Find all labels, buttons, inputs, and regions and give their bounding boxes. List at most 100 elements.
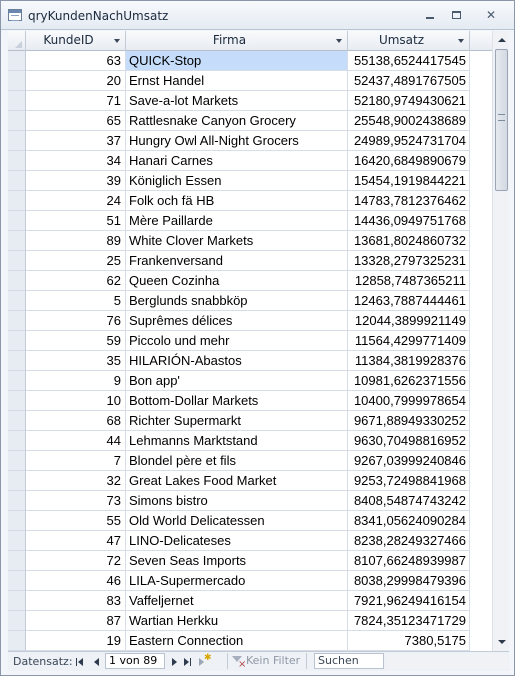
table-row[interactable]: 5 Berglunds snabbköp 12463,7887444461 [8, 291, 470, 311]
column-header-umsatz[interactable]: Umsatz [348, 31, 470, 51]
cell-firma[interactable]: Blondel père et fils [126, 451, 348, 471]
title-bar[interactable]: qryKundenNachUmsatz ✕ [1, 1, 514, 30]
table-row[interactable]: 20 Ernst Handel 52437,4891767505 [8, 71, 470, 91]
table-row[interactable]: 72 Seven Seas Imports 8107,66248939987 [8, 551, 470, 571]
record-selector[interactable] [8, 631, 26, 651]
cell-kundeid[interactable]: 87 [26, 611, 126, 631]
cell-umsatz[interactable]: 9267,03999240846 [348, 451, 470, 471]
table-row[interactable]: 71 Save-a-lot Markets 52180,9749430621 [8, 91, 470, 111]
table-row[interactable]: 37 Hungry Owl All-Night Grocers 24989,9524… [8, 131, 470, 151]
table-row[interactable]: 47 LINO-Delicateses 8238,28249327466 [8, 531, 470, 551]
cell-kundeid[interactable]: 34 [26, 151, 126, 171]
record-selector[interactable] [8, 411, 26, 431]
record-selector[interactable] [8, 431, 26, 451]
table-row[interactable]: 59 Piccolo und mehr 11564,4299771409 [8, 331, 470, 351]
cell-kundeid[interactable]: 24 [26, 191, 126, 211]
cell-kundeid[interactable]: 10 [26, 391, 126, 411]
record-selector[interactable] [8, 591, 26, 611]
cell-kundeid[interactable]: 73 [26, 491, 126, 511]
cell-umsatz[interactable]: 8107,66248939987 [348, 551, 470, 571]
cell-kundeid[interactable]: 68 [26, 411, 126, 431]
cell-kundeid[interactable]: 7 [26, 451, 126, 471]
record-selector[interactable] [8, 151, 26, 171]
horizontal-scrollbar[interactable] [388, 654, 508, 669]
table-row[interactable]: 24 Folk och fä HB 14783,7812376462 [8, 191, 470, 211]
cell-umsatz[interactable]: 12858,7487365211 [348, 271, 470, 291]
cell-firma[interactable]: Ernst Handel [126, 71, 348, 91]
cell-kundeid[interactable]: 37 [26, 131, 126, 151]
cell-firma[interactable]: Save-a-lot Markets [126, 91, 348, 111]
cell-umsatz[interactable]: 24989,9524731704 [348, 131, 470, 151]
record-selector[interactable] [8, 111, 26, 131]
last-record-icon[interactable] [181, 655, 193, 668]
table-row[interactable]: 76 Suprêmes délices 12044,3899921149 [8, 311, 470, 331]
table-row[interactable]: 65 Rattlesnake Canyon Grocery 25548,900243… [8, 111, 470, 131]
record-selector[interactable] [8, 171, 26, 191]
vertical-scrollbar[interactable] [492, 31, 509, 651]
new-record-icon[interactable]: ✱ [197, 653, 212, 668]
search-input[interactable]: Suchen [314, 653, 384, 669]
cell-umsatz[interactable]: 9671,88949330252 [348, 411, 470, 431]
record-selector[interactable] [8, 571, 26, 591]
table-row[interactable]: 44 Lehmanns Marktstand 9630,70498816952 [8, 431, 470, 451]
cell-firma[interactable]: Simons bistro [126, 491, 348, 511]
cell-kundeid[interactable]: 89 [26, 231, 126, 251]
table-row[interactable]: 62 Queen Cozinha 12858,7487365211 [8, 271, 470, 291]
cell-umsatz[interactable]: 13681,8024860732 [348, 231, 470, 251]
cell-firma[interactable]: LILA-Supermercado [126, 571, 348, 591]
record-selector[interactable] [8, 231, 26, 251]
record-selector[interactable] [8, 331, 26, 351]
record-selector[interactable] [8, 371, 26, 391]
scroll-down-arrow-icon[interactable] [494, 634, 509, 650]
table-row[interactable]: 89 White Clover Markets 13681,8024860732 [8, 231, 470, 251]
table-row[interactable]: 51 Mère Paillarde 14436,0949751768 [8, 211, 470, 231]
cell-firma[interactable]: Old World Delicatessen [126, 511, 348, 531]
cell-firma[interactable]: Folk och fä HB [126, 191, 348, 211]
record-selector[interactable] [8, 391, 26, 411]
cell-umsatz[interactable]: 55138,6524417545 [348, 51, 470, 71]
table-row[interactable]: 19 Eastern Connection 7380,5175 [8, 631, 470, 651]
record-selector[interactable] [8, 451, 26, 471]
cell-firma[interactable]: Lehmanns Marktstand [126, 431, 348, 451]
cell-firma[interactable]: LINO-Delicateses [126, 531, 348, 551]
cell-kundeid[interactable]: 9 [26, 371, 126, 391]
cell-umsatz[interactable]: 9630,70498816952 [348, 431, 470, 451]
cell-kundeid[interactable]: 59 [26, 331, 126, 351]
cell-firma[interactable]: Frankenversand [126, 251, 348, 271]
cell-firma[interactable]: Hanari Carnes [126, 151, 348, 171]
record-selector[interactable] [8, 311, 26, 331]
record-selector[interactable] [8, 191, 26, 211]
cell-umsatz[interactable]: 10400,7999978654 [348, 391, 470, 411]
cell-firma[interactable]: HILARIÓN-Abastos [126, 351, 348, 371]
cell-kundeid[interactable]: 47 [26, 531, 126, 551]
cell-firma[interactable]: Hungry Owl All-Night Grocers [126, 131, 348, 151]
cell-umsatz[interactable]: 11384,3819928376 [348, 351, 470, 371]
cell-umsatz[interactable]: 25548,9002438689 [348, 111, 470, 131]
cell-firma[interactable]: Vaffeljernet [126, 591, 348, 611]
cell-firma[interactable]: Bon app' [126, 371, 348, 391]
cell-umsatz[interactable]: 12044,3899921149 [348, 311, 470, 331]
table-row[interactable]: 34 Hanari Carnes 16420,6849890679 [8, 151, 470, 171]
cell-kundeid[interactable]: 76 [26, 311, 126, 331]
cell-umsatz[interactable]: 8341,05624090284 [348, 511, 470, 531]
cell-firma[interactable]: Berglunds snabbköp [126, 291, 348, 311]
close-button[interactable]: ✕ [482, 7, 500, 23]
cell-kundeid[interactable]: 51 [26, 211, 126, 231]
cell-firma[interactable]: Queen Cozinha [126, 271, 348, 291]
cell-kundeid[interactable]: 39 [26, 171, 126, 191]
table-row[interactable]: 32 Great Lakes Food Market 9253,7249884196… [8, 471, 470, 491]
cell-umsatz[interactable]: 11564,4299771409 [348, 331, 470, 351]
cell-kundeid[interactable]: 25 [26, 251, 126, 271]
record-selector[interactable] [8, 291, 26, 311]
cell-firma[interactable]: Wartian Herkku [126, 611, 348, 631]
cell-firma[interactable]: Bottom-Dollar Markets [126, 391, 348, 411]
cell-firma[interactable]: Piccolo und mehr [126, 331, 348, 351]
table-row[interactable]: 87 Wartian Herkku 7824,35123471729 [8, 611, 470, 631]
table-row[interactable]: 35 HILARIÓN-Abastos 11384,3819928376 [8, 351, 470, 371]
record-selector[interactable] [8, 511, 26, 531]
cell-firma[interactable]: Suprêmes délices [126, 311, 348, 331]
cell-kundeid[interactable]: 35 [26, 351, 126, 371]
table-row[interactable]: 83 Vaffeljernet 7921,96249416154 [8, 591, 470, 611]
cell-umsatz[interactable]: 14436,0949751768 [348, 211, 470, 231]
record-selector[interactable] [8, 71, 26, 91]
